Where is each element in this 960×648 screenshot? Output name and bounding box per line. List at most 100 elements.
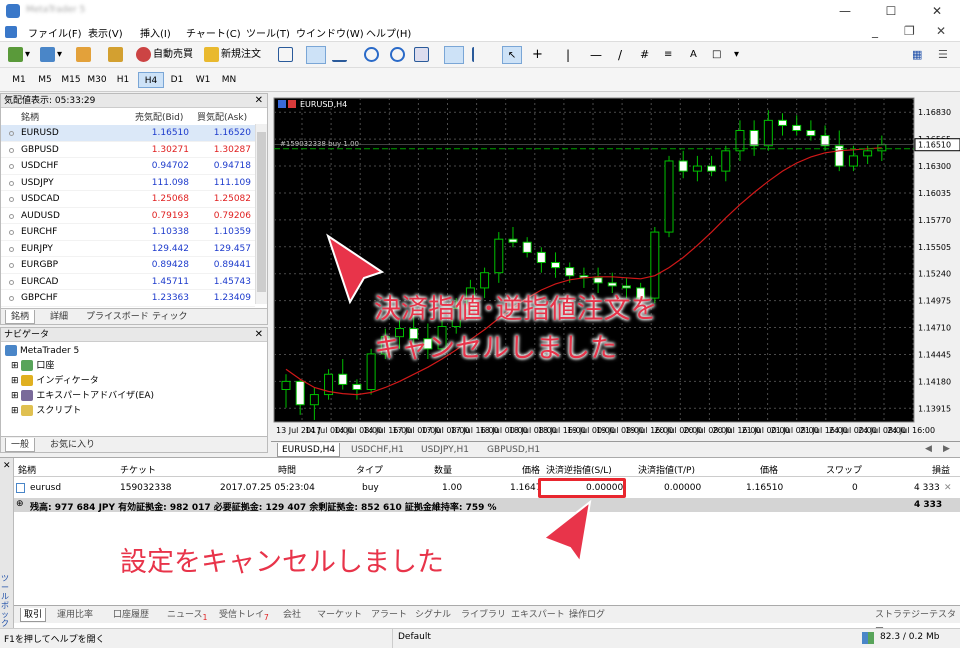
fibonacci-icon[interactable]: ≡ (664, 46, 672, 64)
autoscroll-icon[interactable] (444, 46, 464, 64)
nav-accounts[interactable]: ⊞ 口座 (11, 359, 54, 373)
market-watch-icon[interactable] (76, 46, 93, 64)
col-time[interactable]: 時間 (278, 463, 296, 476)
symbol-row[interactable]: EURCHF 1.10338 1.10359 (1, 224, 255, 241)
tf-d1[interactable]: D1 (164, 72, 190, 88)
tf-h1[interactable]: H1 (110, 72, 136, 88)
symbol-row[interactable]: USDCAD 1.25068 1.25082 (1, 191, 255, 208)
line-chart-icon[interactable] (332, 46, 349, 64)
minimize-child-icon[interactable]: _ (872, 24, 878, 38)
channel-icon[interactable]: # (640, 46, 649, 64)
close-button[interactable]: ✕ (914, 0, 960, 22)
autotrade-button[interactable]: 自動売買 (136, 46, 193, 64)
strategy-tester-button[interactable]: ストラテジーテスター (872, 608, 960, 634)
col-symbol[interactable]: 銘柄 (21, 110, 39, 125)
tools-dropdown-icon[interactable]: ▾ (734, 46, 739, 64)
tf-m15[interactable]: M15 (58, 72, 84, 88)
chart-shift-icon[interactable] (472, 46, 489, 64)
chart-tab-eurusd[interactable]: EURUSD,H4 (277, 443, 341, 457)
menu-window[interactable]: ウインドウ(W) (296, 25, 364, 40)
zoom-out-icon[interactable] (390, 46, 407, 64)
trade-row[interactable]: eurusd 159032338 2017.07.25 05:23:04 buy… (14, 478, 960, 498)
col-bid[interactable]: 売気配(Bid) (135, 110, 183, 125)
tab-journal[interactable]: 操作ログ (566, 608, 608, 622)
chart-tab-gbpusd[interactable]: GBPUSD,H1 (483, 443, 544, 457)
tab-details[interactable]: 詳細 (45, 310, 73, 324)
candle-chart-icon[interactable] (306, 46, 326, 64)
symbol-row[interactable]: EURUSD 1.16510 1.16520 (1, 125, 255, 142)
nav-indicators[interactable]: ⊞ インディケータ (11, 374, 99, 388)
shapes-icon[interactable]: □ (712, 46, 721, 64)
tab-library[interactable]: ライブラリ (458, 608, 509, 622)
menu-help[interactable]: ヘルプ(H) (366, 25, 411, 40)
close-icon[interactable]: ✕ (255, 328, 263, 342)
tab-exposure[interactable]: 運用比率 (54, 608, 96, 622)
col-profit[interactable]: 損益 (932, 463, 950, 476)
restore-child-icon[interactable]: ❐ (904, 24, 915, 38)
tab-trade[interactable]: 取引 (20, 608, 47, 622)
col-ask[interactable]: 買気配(Ask) (197, 110, 247, 125)
tf-m1[interactable]: M1 (6, 72, 32, 88)
menu-insert[interactable]: 挿入(I) (140, 25, 171, 40)
close-position-icon[interactable]: ✕ (944, 483, 952, 493)
close-icon[interactable]: ✕ (3, 461, 11, 471)
tab-history[interactable]: 口座履歴 (110, 608, 152, 622)
tab-favorites[interactable]: お気に入り (45, 438, 100, 452)
maximize-button[interactable]: ☐ (868, 0, 914, 22)
expand-icon[interactable]: ⊕ (16, 499, 24, 509)
tab-symbols[interactable]: 銘柄 (5, 310, 36, 324)
menu-chart[interactable]: チャート(C) (186, 25, 241, 40)
menu-file[interactable]: ファイル(F) (28, 25, 82, 40)
symbol-row[interactable]: GBPCHF 1.23363 1.23409 (1, 290, 255, 307)
col-current-price[interactable]: 価格 (760, 463, 778, 476)
horizontal-line-icon[interactable]: — (590, 46, 602, 64)
chart-tab-usdjpy[interactable]: USDJPY,H1 (417, 443, 473, 457)
col-type[interactable]: タイプ (356, 463, 383, 476)
close-icon[interactable]: ✕ (255, 94, 263, 108)
tab-common[interactable]: 一般 (5, 438, 36, 452)
community-icon[interactable]: ☰ (938, 48, 948, 61)
vertical-line-icon[interactable]: | (566, 46, 570, 64)
tab-ticks[interactable]: ティック (147, 310, 192, 324)
col-ticket[interactable]: チケット (120, 463, 156, 476)
text-tool-icon[interactable]: A (690, 46, 697, 64)
symbol-row[interactable]: EURJPY 129.442 129.457 (1, 241, 255, 257)
new-order-button[interactable]: 新規注文 (204, 46, 261, 64)
tab-alerts[interactable]: アラート (368, 608, 410, 622)
cursor-icon[interactable]: ↖ (502, 46, 522, 64)
minimize-button[interactable]: — (822, 0, 868, 22)
bar-chart-icon[interactable] (278, 46, 295, 64)
crosshair-icon[interactable]: + (532, 46, 543, 64)
symbol-row[interactable]: USDJPY 111.098 111.109 (1, 175, 255, 191)
tf-m5[interactable]: M5 (32, 72, 58, 88)
windows-icon[interactable]: ▦ (912, 48, 922, 61)
nav-experts[interactable]: ⊞ エキスパートアドバイザ(EA) (11, 389, 154, 403)
tab-priceboard[interactable]: プライスボード (81, 310, 154, 324)
col-sl[interactable]: 決済逆指値(S/L) (546, 463, 612, 476)
tab-news[interactable]: ニュース1 (164, 608, 210, 622)
col-volume[interactable]: 数量 (434, 463, 452, 476)
col-symbol[interactable]: 銘柄 (18, 463, 36, 476)
tile-windows-icon[interactable] (414, 46, 431, 64)
chart-tab-usdchf[interactable]: USDCHF,H1 (347, 443, 408, 457)
col-price[interactable]: 価格 (522, 463, 540, 476)
tab-experts[interactable]: エキスパート (508, 608, 568, 622)
nav-root[interactable]: MetaTrader 5 (5, 344, 79, 358)
tab-signals[interactable]: シグナル (412, 608, 454, 622)
symbol-row[interactable]: EURCAD 1.45711 1.45743 (1, 274, 255, 290)
zoom-in-icon[interactable] (364, 46, 381, 64)
trade-tp[interactable]: 0.00000 (664, 483, 701, 493)
tf-w1[interactable]: W1 (190, 72, 216, 88)
scrollbar[interactable] (255, 124, 267, 304)
trendline-icon[interactable]: / (618, 46, 622, 64)
menu-tools[interactable]: ツール(T) (246, 25, 290, 40)
trade-sl[interactable]: 0.00000 (586, 483, 623, 493)
profiles-icon[interactable]: ▾ (40, 46, 62, 64)
col-tp[interactable]: 決済指値(T/P) (638, 463, 695, 476)
symbol-row[interactable]: USDCHF 0.94702 0.94718 (1, 158, 255, 175)
symbol-row[interactable]: AUDUSD 0.79193 0.79206 (1, 208, 255, 224)
tab-scroll-right-icon[interactable]: ▶ (943, 444, 950, 454)
menu-view[interactable]: 表示(V) (88, 25, 123, 40)
tf-h4[interactable]: H4 (138, 72, 164, 88)
tf-m30[interactable]: M30 (84, 72, 110, 88)
